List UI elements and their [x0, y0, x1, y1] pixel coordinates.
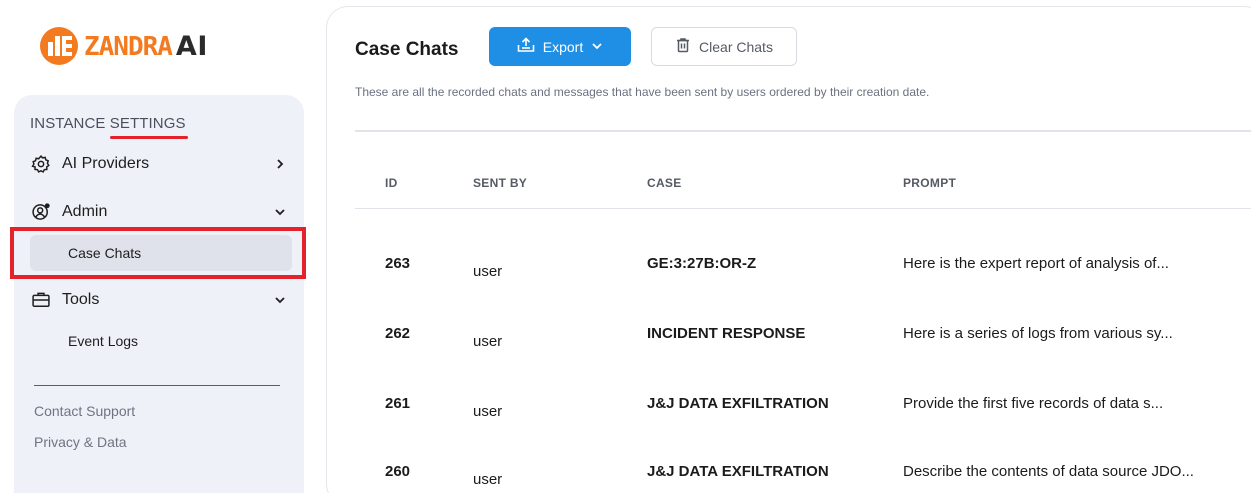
- export-button[interactable]: Export: [489, 27, 631, 66]
- sidebar-item-label: AI Providers: [62, 155, 150, 172]
- column-header-sent-by: SENT BY: [473, 176, 528, 190]
- table-header: ID SENT BY CASE PROMPT: [355, 159, 1251, 209]
- chevron-down-icon: [272, 204, 288, 220]
- logo-text: ZANDRA AI: [84, 31, 208, 62]
- privacy-data-link[interactable]: Privacy & Data: [34, 434, 127, 450]
- column-header-id: ID: [385, 176, 398, 190]
- sidebar-section-title: INSTANCE SETTINGS: [30, 115, 186, 132]
- cell-sent-by: user: [473, 333, 503, 350]
- cell-sent-by: user: [473, 471, 503, 488]
- contact-support-link[interactable]: Contact Support: [34, 403, 135, 419]
- user-gear-icon: [30, 201, 52, 223]
- chevron-down-icon: [591, 39, 603, 55]
- table-row[interactable]: 260 user J&J DATA EXFILTRATION Describe …: [355, 463, 1251, 493]
- sidebar-item-label: Admin: [62, 203, 108, 220]
- trash-icon: [675, 37, 691, 56]
- header-divider: [355, 130, 1251, 132]
- export-icon: [517, 37, 535, 56]
- cell-id: 261: [385, 395, 411, 412]
- chevron-right-icon: [272, 156, 288, 172]
- cell-case: GE:3:27B:OR-Z: [647, 255, 757, 272]
- annotation-underline: [110, 136, 188, 139]
- logo-suffix: AI: [175, 30, 208, 62]
- sidebar: INSTANCE SETTINGS AI Providers Admin Cas…: [14, 95, 304, 493]
- table-row[interactable]: 263 user GE:3:27B:OR-Z Here is the exper…: [355, 255, 1251, 295]
- app-logo: ZANDRA AI: [40, 26, 208, 66]
- sidebar-item-event-logs[interactable]: Event Logs: [30, 323, 292, 359]
- export-label: Export: [542, 38, 584, 55]
- logo-brand: ZANDRA: [84, 31, 173, 62]
- cell-case: J&J DATA EXFILTRATION: [647, 463, 829, 480]
- logo-mark-icon: [40, 27, 78, 65]
- clear-chats-button[interactable]: Clear Chats: [651, 27, 797, 66]
- page-description: These are all the recorded chats and mes…: [355, 85, 930, 99]
- sidebar-item-ai-providers[interactable]: AI Providers: [30, 153, 288, 175]
- chevron-down-icon: [272, 292, 288, 308]
- column-header-case: CASE: [647, 176, 682, 190]
- table-row[interactable]: 262 user INCIDENT RESPONSE Here is a ser…: [355, 325, 1251, 365]
- cell-prompt: Here is a series of logs from various sy…: [903, 325, 1173, 342]
- page-title: Case Chats: [355, 39, 459, 60]
- sidebar-divider: [34, 385, 280, 386]
- cell-prompt: Here is the expert report of analysis of…: [903, 255, 1169, 272]
- sidebar-item-label: Event Logs: [68, 333, 139, 349]
- cell-prompt: Describe the contents of data source JDO…: [903, 463, 1194, 480]
- clear-chats-label: Clear Chats: [699, 38, 773, 55]
- cell-id: 262: [385, 325, 411, 342]
- gear-icon: [30, 153, 52, 175]
- cell-id: 260: [385, 463, 411, 480]
- table-row[interactable]: 261 user J&J DATA EXFILTRATION Provide t…: [355, 395, 1251, 435]
- sidebar-item-admin[interactable]: Admin: [30, 201, 288, 223]
- cell-case: J&J DATA EXFILTRATION: [647, 395, 829, 412]
- cell-case: INCIDENT RESPONSE: [647, 325, 806, 342]
- cell-prompt: Provide the first five records of data s…: [903, 395, 1164, 412]
- sidebar-item-tools[interactable]: Tools: [30, 289, 288, 311]
- annotation-highlight-box: [10, 227, 306, 279]
- cell-sent-by: user: [473, 263, 503, 280]
- sidebar-item-label: Tools: [62, 291, 100, 308]
- column-header-prompt: PROMPT: [903, 176, 957, 190]
- briefcase-icon: [30, 289, 52, 311]
- cell-id: 263: [385, 255, 411, 272]
- cell-sent-by: user: [473, 403, 503, 420]
- main-panel: Case Chats Export Clear Chats These are …: [326, 6, 1251, 493]
